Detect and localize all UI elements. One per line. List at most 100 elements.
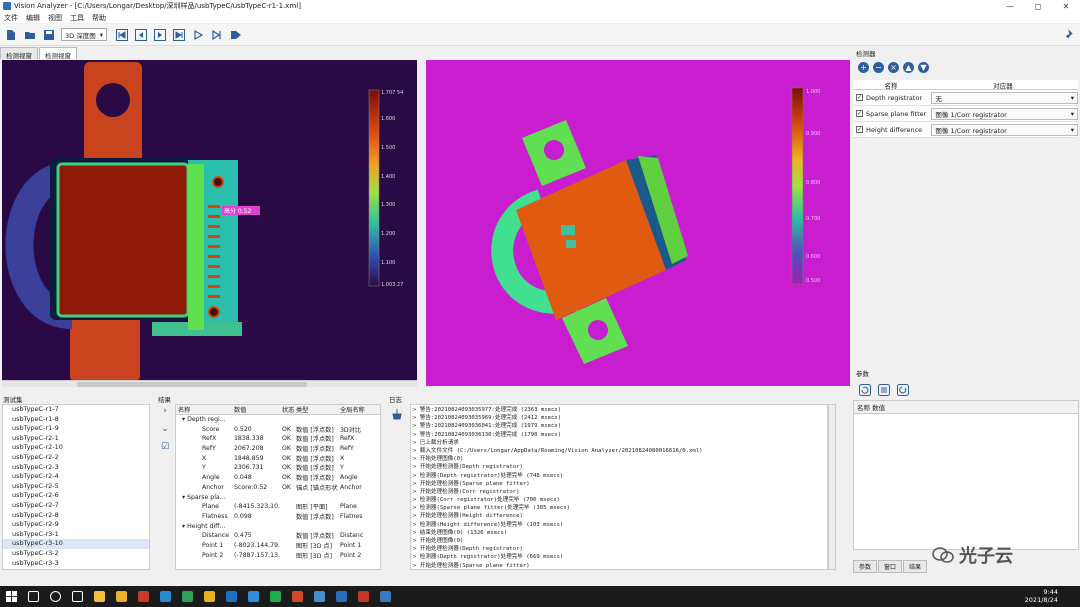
move-up-button[interactable]: ▲ [903,62,914,73]
tab-view-1[interactable]: 检测视窗 [0,47,38,60]
test-set-item[interactable]: usbTypeC-r2-1 [3,434,149,444]
taskbar-app-icon[interactable] [352,586,374,607]
delete-detector-button[interactable]: × [888,62,899,73]
tab-results[interactable]: 结果 [903,560,928,573]
taskbar-app-icon[interactable] [176,586,198,607]
menu-view[interactable]: 视图 [48,13,62,23]
add-detector-button[interactable]: + [858,62,869,73]
test-set-item[interactable]: usbTypeC-r3-1 [3,530,149,540]
reset-icon[interactable] [896,383,910,397]
results-row[interactable]: Point 2 (-7887.157,13... 图形 [3D 点] Point 2 [176,550,380,560]
view-mode-select[interactable]: 3D 深度图 ▾ [61,28,107,41]
checkbox[interactable]: ✓ [856,110,863,117]
run-all-icon[interactable] [229,28,243,42]
detector-row[interactable]: ✓ Depth registrator 无 ▾ [853,90,1078,106]
test-set-item[interactable]: usbTypeC-r3-3 [3,559,149,569]
taskbar-app-icon[interactable] [44,586,66,607]
test-set-item[interactable]: usbTypeC-r2-5 [3,482,149,492]
taskbar-app-icon[interactable] [154,586,176,607]
test-set-item[interactable]: usbTypeC-r2-6 [3,491,149,501]
checkbox[interactable]: ✓ [856,94,863,101]
taskbar-app-icon[interactable] [308,586,330,607]
test-set-list[interactable]: usbTypeC-r1-7 usbTypeC-r1-8 usbTypeC-r1-9 u… [2,404,150,570]
taskbar-app-icon[interactable] [66,586,88,607]
clock[interactable]: 9:44 2021/8/24 [1025,588,1058,604]
taskbar-app-icon[interactable] [88,586,110,607]
open-folder-icon[interactable] [23,28,37,42]
run-icon[interactable] [191,28,205,42]
taskbar-app-icon[interactable] [198,586,220,607]
results-col-header[interactable]: 数值 [232,405,280,414]
test-set-item[interactable]: usbTypeC-r1-9 [3,424,149,434]
minimize-button[interactable]: — [996,0,1024,12]
taskbar-app-icon[interactable] [264,586,286,607]
test-set-item[interactable]: usbTypeC-r3-4 [3,568,149,569]
log-scrollbar[interactable] [828,404,836,570]
results-row[interactable]: Y 2306.731 OK 数值 [浮点数] Y [176,463,380,473]
expand-icon[interactable]: › [157,406,173,416]
test-set-item[interactable]: usbTypeC-r3-10 [3,539,149,549]
results-row[interactable]: Flatness 0.098 数值 [浮点数] Flatnes [176,512,380,522]
taskbar-app-icon[interactable] [286,586,308,607]
menu-edit[interactable]: 编辑 [26,13,40,23]
results-col-header[interactable]: 状态 [280,405,294,414]
tab-view-2[interactable]: 检测视窗 [39,47,77,60]
tab-window[interactable]: 窗口 [878,560,903,573]
taskbar-app-icon[interactable] [220,586,242,607]
maximize-button[interactable]: ◻ [1024,0,1052,12]
check-icon[interactable]: ☑ [157,442,173,452]
results-col-header[interactable]: 名称 [176,405,232,414]
results-row[interactable]: Angle 0.048 OK 数值 [浮点数] Angle [176,473,380,483]
next-frame-icon[interactable] [153,28,167,42]
results-row[interactable]: ▾ Depth regi... [176,415,380,425]
test-set-item[interactable]: usbTypeC-r1-8 [3,415,149,425]
detector-row[interactable]: ✓ Sparse plane fitter 图像 1/Corr registra… [853,106,1078,122]
results-row[interactable]: RefX 1838.338 OK 数值 [浮点数] RefX [176,434,380,444]
taskbar-app-icon[interactable] [242,586,264,607]
taskbar-app-icon[interactable] [22,586,44,607]
checkbox[interactable]: ✓ [856,126,863,133]
run-step-icon[interactable] [210,28,224,42]
pin-icon[interactable] [1060,28,1074,42]
results-row[interactable]: Plane (-8415.323,10... 图形 [平面] Plane [176,502,380,512]
test-set-item[interactable]: usbTypeC-r2-3 [3,463,149,473]
height-image-view[interactable]: 1.000 0.900 0.800 0.700 0.600 0.500 [426,60,850,386]
test-set-item[interactable]: usbTypeC-r2-8 [3,511,149,521]
test-set-item[interactable]: usbTypeC-r2-10 [3,443,149,453]
test-set-item[interactable]: usbTypeC-r2-4 [3,472,149,482]
menu-tools[interactable]: 工具 [70,13,84,23]
results-row[interactable]: Distance 0.475 数值 [浮点数] Distanc [176,531,380,541]
close-button[interactable]: ✕ [1052,0,1080,12]
results-row[interactable]: Score 0.520 OK 数值 [浮点数] 3D对比 [176,424,380,434]
windows-start-icon[interactable] [0,586,22,607]
new-file-icon[interactable] [4,28,18,42]
detector-row[interactable]: ✓ Height difference 图像 1/Corr registrato… [853,122,1078,138]
menu-file[interactable]: 文件 [4,13,18,23]
results-col-header[interactable]: 类型 [294,405,338,414]
detector-ref-select[interactable]: 无 ▾ [931,91,1078,104]
results-row[interactable]: X 1848.859 OK 数值 [浮点数] X [176,453,380,463]
taskbar-app-icon[interactable] [330,586,352,607]
move-down-button[interactable]: ▼ [918,62,929,73]
test-set-item[interactable]: usbTypeC-r1-7 [3,405,149,415]
prev-frame-icon[interactable] [134,28,148,42]
left-view-scrollbar[interactable] [2,380,417,387]
list-icon[interactable] [877,383,891,397]
test-set-item[interactable]: usbTypeC-r3-2 [3,549,149,559]
taskbar-app-icon[interactable] [374,586,396,607]
taskbar-app-icon[interactable] [110,586,132,607]
detector-ref-select[interactable]: 图像 1/Corr registrator ▾ [931,123,1078,136]
tab-params[interactable]: 参数 [853,560,878,573]
results-row[interactable]: Anchor Score:0.52 OK 锚点 [锚点形状] Anchor [176,483,380,493]
taskbar-app-icon[interactable] [132,586,154,607]
save-icon[interactable] [42,28,56,42]
results-row[interactable]: Point 1 (-8023.144,79... 图形 [3D 点] Point 1 [176,541,380,551]
depth-image-view[interactable]: 高分 0.52 1.707 54 1.600 1.500 1.400 1.300… [2,60,417,380]
test-set-item[interactable]: usbTypeC-r2-7 [3,501,149,511]
test-set-item[interactable]: usbTypeC-r2-9 [3,520,149,530]
test-set-item[interactable]: usbTypeC-r2-2 [3,453,149,463]
remove-detector-button[interactable]: − [873,62,884,73]
results-col-header[interactable]: 全局名称 [338,405,366,414]
results-row[interactable]: RefY 2067.208 OK 数值 [浮点数] RefY [176,444,380,454]
menu-help[interactable]: 帮助 [92,13,106,23]
